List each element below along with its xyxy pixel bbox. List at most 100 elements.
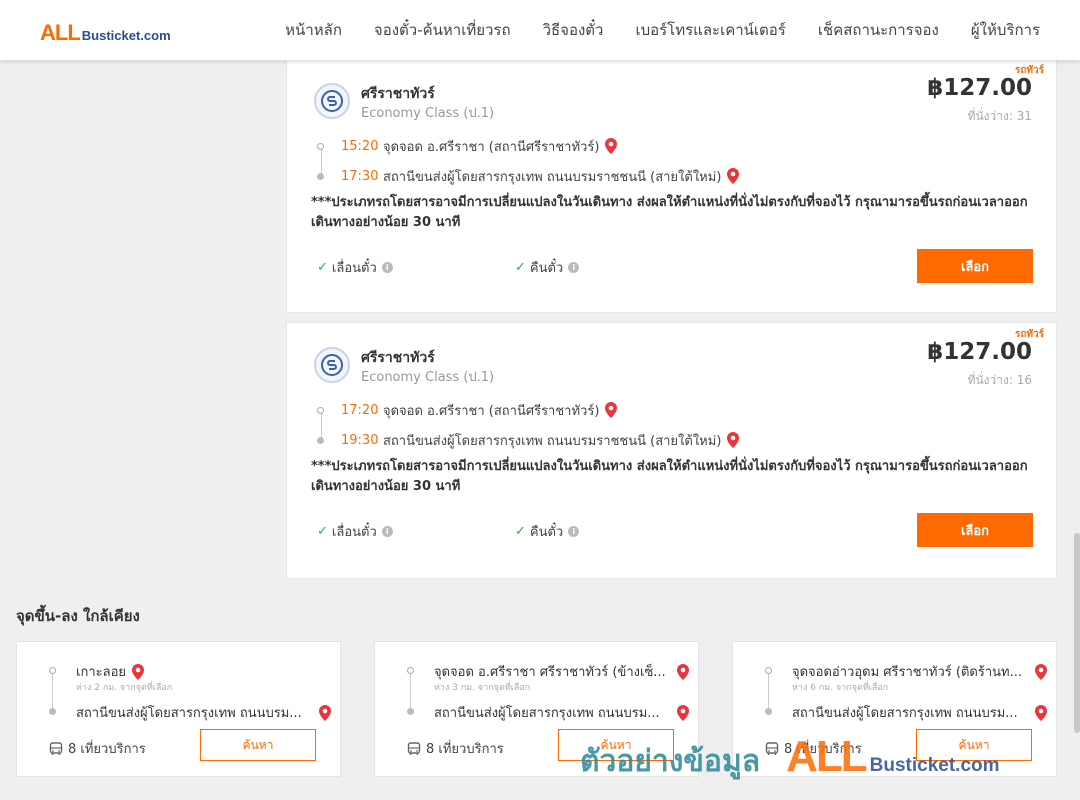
route-stops: 17:20 จุดจอด อ.ศรีราชา (สถานีศรีราชาทัวร… — [317, 395, 740, 455]
destination-name: สถานีขนส่งผู้โดยสารกรุงเทพ ถนนบรม... — [792, 706, 1018, 721]
map-pin-icon[interactable] — [605, 138, 618, 154]
nearby-card: จุดจอดอ่าวอุดม ศรีราชาทัวร์ (ติดร้านท...… — [732, 641, 1057, 777]
distance-label: ห่าง 3 กม. จากจุดที่เลือก — [434, 683, 531, 693]
departure-stop: 15:20 จุดจอด อ.ศรีราชา (สถานีศรีราชาทัวร… — [317, 131, 739, 161]
arrival-dot — [317, 436, 324, 444]
map-pin-icon[interactable] — [1035, 663, 1047, 680]
bus-class: Economy Class (ป.1) — [361, 370, 495, 385]
origin-dot — [765, 667, 772, 674]
route-line — [410, 670, 411, 710]
check-icon: ✓ — [515, 260, 526, 275]
map-pin-icon[interactable] — [727, 168, 740, 184]
seats-available: ที่นั่งว่าง: 16 — [967, 373, 1032, 387]
map-pin-icon[interactable] — [727, 432, 740, 448]
arrival-stop: 17:30 สถานีขนส่งผู้โดยสารกรุงเทพ ถนนบรมร… — [317, 161, 740, 191]
select-trip-button[interactable]: เลือก — [917, 513, 1033, 547]
arrival-stop-name: สถานีขนส่งผู้โดยสารกรุงเทพ ถนนบรมราชชนนี… — [383, 433, 722, 449]
site-header: ALL Busticket.com หน้าหลัก จองตั๋ว-ค้นหา… — [0, 0, 1080, 60]
route-line — [768, 670, 769, 710]
nearby-search-button[interactable]: ค้นหา — [916, 729, 1032, 761]
map-pin-icon[interactable] — [319, 704, 331, 721]
departure-stop-name: จุดจอด อ.ศรีราชา (สถานีศรีราชาทัวร์) — [383, 403, 600, 419]
nearby-origin: จุดจอด อ.ศรีราชา ศรีราชาทัวร์ (ข้างเซ็..… — [434, 661, 689, 682]
info-icon[interactable]: i — [568, 262, 580, 273]
feature-refund-ticket: ✓ คืนตั๋ว i — [515, 257, 580, 278]
nav-how-to-book[interactable]: วิธีจองตั๋ว — [543, 18, 604, 42]
info-icon[interactable]: i — [381, 262, 393, 273]
nav-contact-counter[interactable]: เบอร์โทรและเคาน์เตอร์ — [635, 18, 785, 42]
nearby-destination: สถานีขนส่งผู้โดยสารกรุงเทพ ถนนบรม... — [434, 702, 689, 723]
departure-dot — [317, 406, 324, 414]
trip-count: 8 เที่ยวบริการ — [765, 738, 862, 759]
arrival-dot — [317, 172, 324, 180]
ticket-price: ฿127.00 — [927, 75, 1032, 101]
operator-logo-icon — [314, 83, 350, 119]
trip-count: 8 เที่ยวบริการ — [407, 738, 504, 759]
origin-dot — [407, 667, 414, 674]
departure-dot — [317, 142, 324, 150]
destination-dot — [765, 708, 772, 715]
nav-operators[interactable]: ผู้ให้บริการ — [971, 18, 1040, 42]
map-pin-icon[interactable] — [677, 704, 689, 721]
departure-stop: 17:20 จุดจอด อ.ศรีราชา (สถานีศรีราชาทัวร… — [317, 395, 739, 425]
feature-change-ticket: ✓ เลื่อนตั๋ว i — [317, 257, 393, 278]
nav-home[interactable]: หน้าหลัก — [285, 18, 342, 42]
destination-name: สถานีขนส่งผู้โดยสารกรุงเทพ ถนนบรม... — [434, 706, 660, 721]
bus-class: Economy Class (ป.1) — [361, 106, 495, 121]
feature-label: เลื่อนตั๋ว — [331, 261, 377, 276]
map-pin-icon[interactable] — [1035, 704, 1047, 721]
trip-count-label: 8 เที่ยวบริการ — [784, 742, 862, 757]
departure-stop-name: จุดจอด อ.ศรีราชา (สถานีศรีราชาทัวร์) — [383, 139, 600, 155]
nearby-card: จุดจอด อ.ศรีราชา ศรีราชาทัวร์ (ข้างเซ็..… — [374, 641, 699, 777]
bus-icon — [407, 741, 421, 756]
departure-time: 15:20 — [341, 138, 379, 154]
nearby-destination: สถานีขนส่งผู้โดยสารกรุงเทพ ถนนบรม... — [792, 702, 1047, 723]
distance-label: ห่าง 2 กม. จากจุดที่เลือก — [76, 683, 173, 693]
check-icon: ✓ — [515, 524, 526, 539]
departure-time: 17:20 — [341, 402, 379, 418]
nearby-destination: สถานีขนส่งผู้โดยสารกรุงเทพ ถนนบรม... — [76, 702, 331, 723]
page-scrollbar[interactable] — [1074, 533, 1080, 733]
destination-dot — [49, 708, 56, 715]
route-stops: 15:20 จุดจอด อ.ศรีราชา (สถานีศรีราชาทัวร… — [317, 131, 740, 191]
bus-icon — [765, 741, 779, 756]
seats-available: ที่นั่งว่าง: 31 — [967, 109, 1032, 123]
distance-label: ห่าง 6 กม. จากจุดที่เลือก — [792, 683, 889, 693]
nearby-search-button[interactable]: ค้นหา — [200, 729, 316, 761]
trip-card: รถทัวร์ ศรีราชาทัวร์ Economy Class (ป.1)… — [286, 58, 1057, 313]
origin-name: จุดจอด อ.ศรีราชา ศรีราชาทัวร์ (ข้างเซ็..… — [434, 665, 666, 680]
arrival-time: 17:30 — [341, 168, 379, 184]
feature-label: คืนตั๋ว — [529, 261, 564, 276]
route-line — [52, 670, 53, 710]
nearby-origin: เกาะลอย — [76, 661, 331, 682]
ticket-price: ฿127.00 — [927, 339, 1032, 365]
nearby-search-button[interactable]: ค้นหา — [558, 729, 674, 761]
trip-count: 8 เที่ยวบริการ — [49, 738, 146, 759]
nav-book-search[interactable]: จองตั๋ว-ค้นหาเที่ยวรถ — [374, 18, 511, 42]
destination-name: สถานีขนส่งผู้โดยสารกรุงเทพ ถนนบรม... — [76, 706, 302, 721]
map-pin-icon[interactable] — [677, 663, 689, 680]
bus-icon — [49, 741, 63, 756]
origin-name: เกาะลอย — [76, 665, 126, 680]
select-trip-button[interactable]: เลือก — [917, 249, 1033, 283]
info-icon[interactable]: i — [568, 526, 580, 537]
arrival-stop-name: สถานีขนส่งผู้โดยสารกรุงเทพ ถนนบรมราชชนนี… — [383, 169, 722, 185]
info-icon[interactable]: i — [381, 526, 393, 537]
feature-refund-ticket: ✓ คืนตั๋ว i — [515, 521, 580, 542]
origin-name: จุดจอดอ่าวอุดม ศรีราชาทัวร์ (ติดร้านท... — [792, 665, 1023, 680]
feature-change-ticket: ✓ เลื่อนตั๋ว i — [317, 521, 393, 542]
map-pin-icon[interactable] — [132, 663, 144, 680]
map-pin-icon[interactable] — [605, 402, 618, 418]
operator-logo-icon — [314, 347, 350, 383]
feature-label: คืนตั๋ว — [529, 525, 564, 540]
site-logo[interactable]: ALL Busticket.com — [40, 20, 171, 45]
nearby-card: เกาะลอย ห่าง 2 กม. จากจุดที่เลือก สถานีข… — [16, 641, 341, 777]
trip-card: รถทัวร์ ศรีราชาทัวร์ Economy Class (ป.1)… — [286, 322, 1057, 579]
origin-dot — [49, 667, 56, 674]
destination-dot — [407, 708, 414, 715]
main-nav: หน้าหลัก จองตั๋ว-ค้นหาเที่ยวรถ วิธีจองตั… — [253, 0, 1040, 60]
nav-check-booking[interactable]: เช็คสถานะการจอง — [818, 18, 939, 42]
check-icon: ✓ — [317, 524, 328, 539]
trip-count-label: 8 เที่ยวบริการ — [68, 742, 146, 757]
feature-label: เลื่อนตั๋ว — [331, 525, 377, 540]
